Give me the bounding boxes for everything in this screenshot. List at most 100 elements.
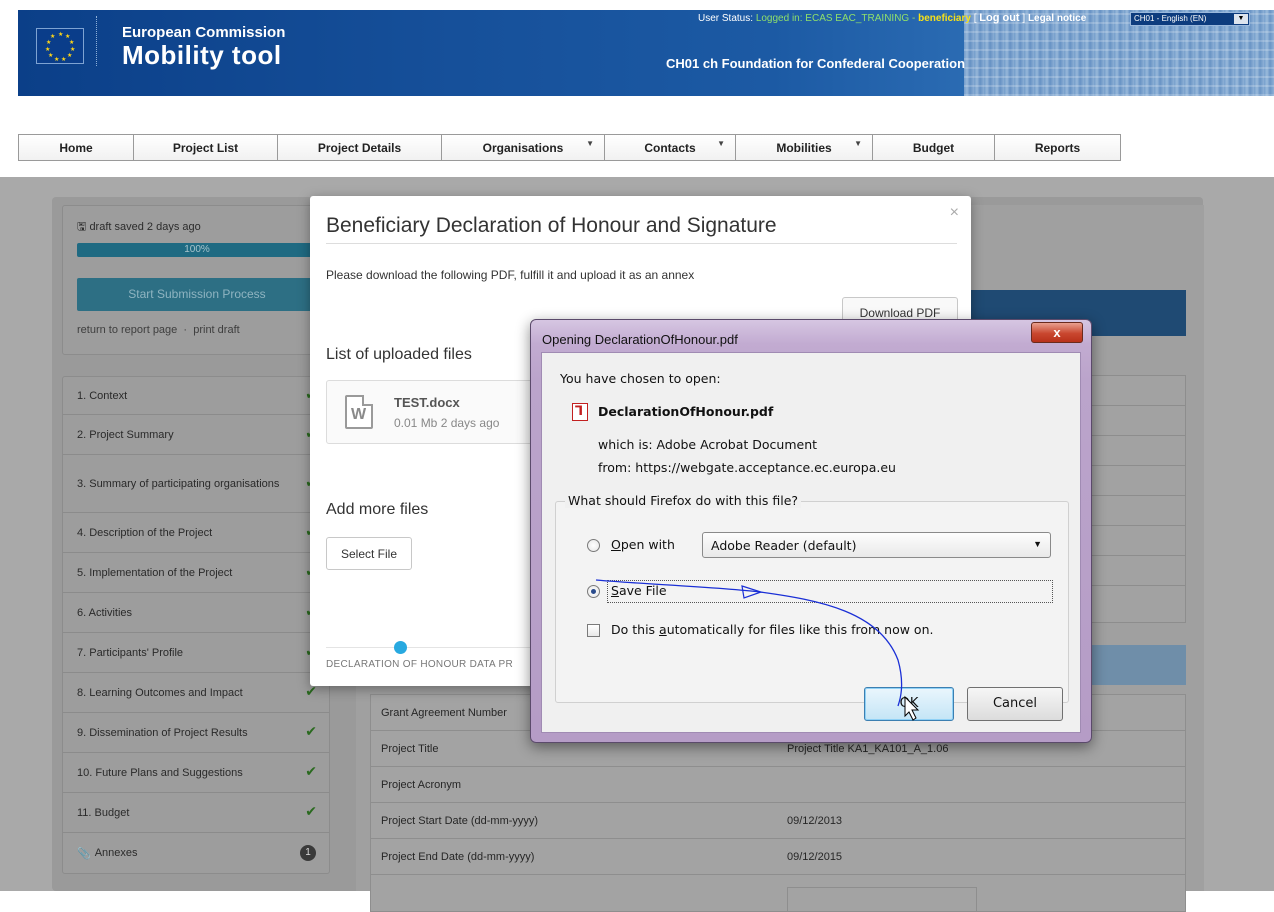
sidebar-item-dissemination[interactable]: 9. Dissemination of Project Results ✔	[63, 713, 329, 753]
uploaded-file-card[interactable]: W TEST.docx 0.01 Mb 2 days ago	[326, 380, 546, 444]
file-name: DeclarationOfHonour.pdf	[598, 404, 774, 419]
sub-header-bar	[1082, 645, 1186, 685]
sidebar-item-participating-orgs[interactable]: 3. Summary of participating organisation…	[63, 455, 329, 513]
sidebar-item-label: 2. Project Summary	[77, 428, 174, 441]
save-file-radio[interactable]	[587, 585, 600, 598]
sidebar-item-annexes[interactable]: 📎 Annexes 1	[63, 833, 329, 873]
row-value: 09/12/2015	[787, 851, 843, 863]
close-icon[interactable]: ×	[950, 204, 959, 222]
sidebar-item-label: 9. Dissemination of Project Results	[77, 726, 248, 739]
nav-label: Contacts	[644, 140, 696, 155]
file-source: from: https://webgate.acceptance.ec.euro…	[598, 460, 896, 475]
nav-reports[interactable]: Reports	[995, 135, 1120, 160]
user-status-value: Logged in: ECAS EAC_TRAINING -	[755, 13, 919, 24]
annex-count-badge: 1	[300, 845, 316, 861]
open-with-text: pen with	[620, 537, 675, 552]
sidebar-item-description[interactable]: 4. Description of the Project✔	[63, 513, 329, 553]
sidebar-item-learning-outcomes[interactable]: 8. Learning Outcomes and Impact ✔	[63, 673, 329, 713]
auto-label[interactable]: Do this automatically for files like thi…	[611, 622, 933, 637]
draft-status: 🖫 draft saved 2 days ago	[77, 218, 201, 237]
nav-label: Project Details	[317, 140, 402, 155]
file-size: 0.01 Mb	[394, 416, 438, 430]
select-file-button[interactable]: Select File	[326, 537, 412, 570]
nav-organisations[interactable]: Organisations ▼	[442, 135, 605, 160]
dropdown-arrow-icon: ▼	[854, 139, 862, 148]
nav-budget[interactable]: Budget	[873, 135, 995, 160]
step-label: DECLARATION OF HONOUR DATA PR	[326, 659, 514, 670]
auto-text-post: utomatically for files like this from no…	[666, 622, 934, 637]
organisation-name: CH01 ch Foundation for Confederal Cooper…	[666, 56, 966, 71]
sidebar-item-budget[interactable]: 11. Budget ✔	[63, 793, 329, 833]
table-row	[371, 875, 1185, 911]
divider	[326, 243, 957, 244]
table-row: Project End Date (dd-mm-yyyy) 09/12/2015	[371, 839, 1185, 875]
action-question: What should Firefox do with this file?	[565, 493, 802, 508]
open-with-radio[interactable]	[587, 539, 600, 552]
save-icon: 🖫	[77, 221, 87, 233]
modal-title: Beneficiary Declaration of Honour and Si…	[326, 214, 777, 237]
chosen-text: You have chosen to open:	[560, 371, 721, 386]
auto-checkbox[interactable]	[587, 624, 600, 637]
cancel-button[interactable]: Cancel	[967, 687, 1063, 721]
nav-label: Home	[59, 140, 93, 155]
file-name: TEST.docx	[394, 395, 460, 410]
sidebar-item-future-plans[interactable]: 10. Future Plans and Suggestions ✔	[63, 753, 329, 793]
start-submission-button[interactable]: Start Submission Process	[77, 278, 317, 311]
language-select[interactable]: CH01 - English (EN) ▼	[1130, 12, 1250, 26]
save-file-text: ave File	[618, 583, 667, 598]
nav-label: Organisations	[482, 140, 564, 155]
user-role: beneficiary	[918, 13, 971, 24]
save-file-label[interactable]: Save File	[611, 583, 667, 598]
table-row: Project Acronym	[371, 767, 1185, 803]
sidebar-item-context[interactable]: 1. Context✔	[63, 377, 329, 415]
nav-mobilities[interactable]: Mobilities ▼	[736, 135, 873, 160]
nav-label: Project List	[172, 140, 239, 155]
logout-link[interactable]: Log out	[979, 12, 1019, 24]
action-group: What should Firefox do with this file? O…	[555, 493, 1069, 703]
sidebar-item-label: 6. Activities	[77, 606, 133, 619]
return-to-report-link[interactable]: return to report page	[77, 324, 177, 336]
nav-contacts[interactable]: Contacts ▼	[605, 135, 736, 160]
tool-title: Mobility tool	[122, 40, 282, 70]
firefox-download-dialog: Opening DeclarationOfHonour.pdf x You ha…	[530, 319, 1092, 743]
legal-notice-link[interactable]: Legal notice	[1028, 13, 1086, 24]
sidebar-item-label: 11. Budget	[77, 806, 130, 819]
step-indicator[interactable]	[394, 641, 407, 654]
nav-project-list[interactable]: Project List	[134, 135, 278, 160]
table-row: Project Start Date (dd-mm-yyyy) 09/12/201…	[371, 803, 1185, 839]
check-icon: ✔	[305, 802, 317, 819]
open-with-label[interactable]: Open with	[611, 537, 675, 552]
progress-bar: 100%	[77, 243, 317, 257]
print-draft-link[interactable]: print draft	[193, 324, 239, 336]
row-label: Project Acronym	[381, 779, 462, 791]
link-separator: ·	[183, 324, 188, 336]
language-value: CH01 - English (EN)	[1134, 14, 1207, 23]
nav-home[interactable]: Home	[19, 135, 134, 160]
sidebar-item-label: 10. Future Plans and Suggestions	[77, 766, 243, 779]
file-age: 2 days ago	[440, 416, 500, 430]
ok-button[interactable]: OK	[864, 687, 954, 721]
eu-flag-logo: ★ ★ ★ ★ ★ ★ ★ ★ ★ ★ ★	[36, 28, 84, 64]
close-button[interactable]: x	[1031, 322, 1083, 343]
ec-title: European Commission	[122, 24, 286, 41]
uploaded-files-heading: List of uploaded files	[326, 346, 472, 363]
row-label: Grant Agreement Number	[381, 707, 507, 719]
header-banner: ★ ★ ★ ★ ★ ★ ★ ★ ★ ★ ★ European Commissio…	[18, 10, 1274, 96]
row-label: Project Title	[381, 743, 439, 755]
sidebar-item-project-summary[interactable]: 2. Project Summary✔	[63, 415, 329, 455]
bracket-open: [	[973, 13, 977, 24]
sidebar-item-participants-profile[interactable]: 7. Participants' Profile✔	[63, 633, 329, 673]
draft-links: return to report page · print draft	[77, 324, 240, 336]
sidebar-item-activities[interactable]: 6. Activities✔	[63, 593, 329, 633]
dialog-body: You have chosen to open: ⅂ DeclarationOf…	[541, 352, 1081, 733]
sidebar-item-label: 3. Summary of participating organisation…	[77, 477, 280, 490]
open-with-app-select[interactable]: Adobe Reader (default) ▼	[702, 532, 1051, 558]
sidebar-item-implementation[interactable]: 5. Implementation of the Project✔	[63, 553, 329, 593]
open-with-app-value: Adobe Reader (default)	[711, 538, 857, 553]
save-file-accel: S	[611, 583, 619, 598]
auto-accel: a	[659, 622, 667, 637]
bracket-close: ]	[1022, 13, 1026, 24]
nav-project-details[interactable]: Project Details	[278, 135, 442, 160]
pdf-file-icon: ⅂	[572, 403, 588, 421]
row-value: Project Title KA1_KA101_A_1.06	[787, 743, 949, 755]
